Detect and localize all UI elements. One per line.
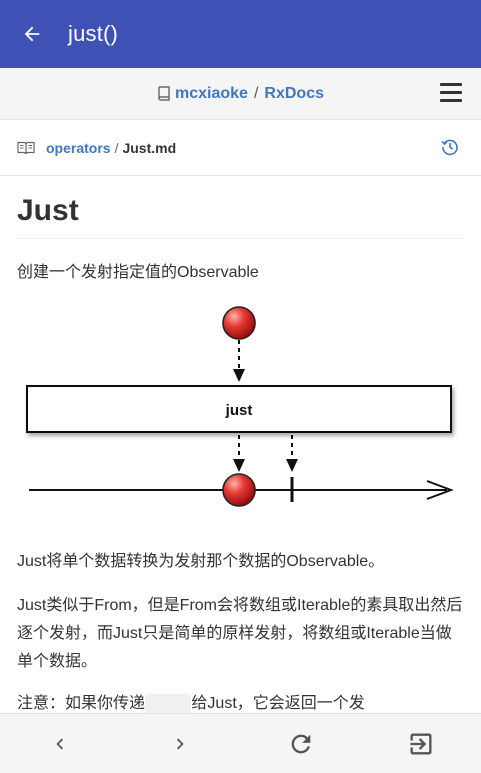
operator-box-label: just [225, 402, 253, 419]
breadcrumb: operators / Just.md [46, 140, 176, 156]
app-bar: just() [0, 0, 481, 68]
repo-owner-link[interactable]: mcxiaoke [175, 85, 248, 103]
refresh-icon [291, 734, 310, 753]
emitted-item-marble [222, 306, 256, 340]
intro-text: 创建一个发射指定值的Observable [17, 264, 259, 281]
markdown-body: Just 创建一个发射指定值的Observable just Just将单个数据… [17, 176, 463, 718]
output-item-marble [222, 473, 256, 507]
app-title: just() [68, 21, 119, 46]
chevron-left-icon [56, 738, 64, 749]
back-button[interactable] [0, 0, 64, 68]
paragraph-3-start: 注意：如果你传递 [17, 695, 146, 712]
bottom-toolbar [0, 713, 481, 773]
marble-diagram: just [17, 301, 463, 517]
breadcrumb-separator: / [114, 139, 119, 156]
exit-button[interactable] [391, 714, 451, 773]
book-icon [158, 85, 170, 101]
doc-heading: Just [17, 194, 463, 239]
arrow-left-icon [24, 26, 40, 42]
file-header: operators / Just.md [0, 120, 481, 176]
refresh-button[interactable] [271, 714, 331, 773]
inline-code: null [145, 694, 192, 714]
repo-title: mcxiaoke / RxDocs [157, 85, 324, 103]
book-open-icon [17, 141, 35, 154]
repo-separator: / [253, 84, 259, 102]
breadcrumb-file: Just.md [122, 139, 177, 156]
repo-header: mcxiaoke / RxDocs [0, 68, 481, 120]
paragraph-1: Just将单个数据转换为发射那个数据的Observable。 [17, 553, 385, 570]
repo-name-link[interactable]: RxDocs [264, 85, 324, 103]
menu-icon[interactable] [440, 83, 462, 103]
paragraph-3-end: 给Just，它会返回一个发 [191, 695, 365, 712]
chevron-right-icon [177, 738, 185, 749]
paragraph-2: Just类似于From，但是From会将数组或Iterable的素具取出然后逐个… [17, 597, 463, 670]
history-icon[interactable] [441, 138, 459, 156]
breadcrumb-folder-link[interactable]: operators [46, 140, 111, 156]
previous-button[interactable] [30, 714, 90, 773]
next-button[interactable] [150, 714, 210, 773]
exit-icon [410, 733, 432, 754]
